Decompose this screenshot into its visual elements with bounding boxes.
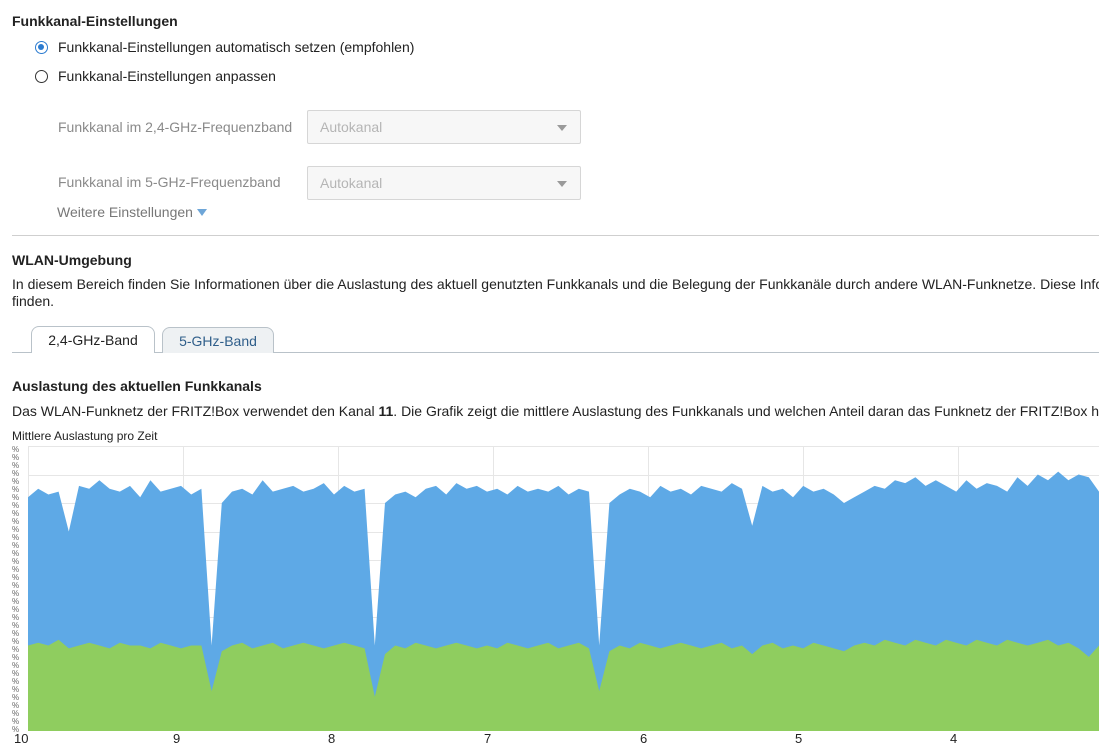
environment-description-line2: finden.	[12, 293, 55, 309]
radio-button-checked-icon[interactable]	[35, 40, 48, 54]
tab-2-4-ghz[interactable]: 2,4-GHz-Band	[31, 326, 155, 353]
chevron-down-icon	[557, 181, 567, 187]
usage-channel-number: 11	[378, 403, 394, 419]
tab-2-4-ghz-label: 2,4-GHz-Band	[48, 332, 138, 348]
tab-5-ghz-label: 5-GHz-Band	[179, 332, 257, 349]
section-title-wlan-environment: WLAN-Umgebung	[12, 252, 132, 268]
radio-custom-channel-label: Funkkanal-Einstellungen anpassen	[58, 68, 276, 84]
x-tick-label: 7	[484, 731, 492, 746]
usage-description-pre: Das WLAN-Funknetz der FRITZ!Box verwende…	[12, 403, 379, 419]
x-tick-label: 8	[328, 731, 336, 746]
radio-auto-channel-label: Funkkanal-Einstellungen automatisch setz…	[58, 39, 415, 55]
triangle-down-icon	[196, 208, 207, 216]
usage-chart	[28, 446, 1099, 731]
radio-auto-channel[interactable]: Funkkanal-Einstellungen automatisch setz…	[35, 39, 414, 55]
x-tick-label: 5	[795, 731, 803, 746]
section-title-channel-settings: Funkkanal-Einstellungen	[12, 13, 178, 29]
band5-label: Funkkanal im 5-GHz-Frequenzband	[58, 174, 281, 190]
radio-custom-channel[interactable]: Funkkanal-Einstellungen anpassen	[35, 68, 276, 84]
band24-label: Funkkanal im 2,4-GHz-Frequenzband	[58, 119, 293, 135]
band24-channel-value: Autokanal	[320, 119, 383, 135]
x-tick-label: 6	[640, 731, 648, 746]
chart-caption: Mittlere Auslastung pro Zeit	[12, 429, 158, 443]
band5-channel-select[interactable]: Autokanal	[307, 166, 581, 200]
radio-button-unchecked-icon[interactable]	[35, 69, 48, 83]
band24-channel-select[interactable]: Autokanal	[307, 110, 581, 144]
section-title-channel-usage: Auslastung des aktuellen Funkkanals	[12, 378, 262, 394]
tab-5-ghz[interactable]: 5-GHz-Band	[162, 327, 274, 353]
x-tick-label: 10	[14, 731, 29, 746]
usage-description: Das WLAN-Funknetz der FRITZ!Box verwende…	[12, 403, 1099, 419]
x-tick-label: 9	[173, 731, 181, 746]
more-settings-label: Weitere Einstellungen	[57, 204, 193, 220]
environment-description-line1: In diesem Bereich finden Sie Information…	[12, 276, 1099, 292]
more-settings-link[interactable]: Weitere Einstellungen	[57, 204, 207, 220]
series-fritzbox-usage-area	[28, 639, 1099, 731]
section-divider	[12, 235, 1099, 236]
band5-channel-value: Autokanal	[320, 175, 383, 191]
chevron-down-icon	[557, 125, 567, 131]
x-tick-label: 4	[950, 731, 958, 746]
usage-description-post: . Die Grafik zeigt die mittlere Auslastu…	[393, 403, 1099, 419]
